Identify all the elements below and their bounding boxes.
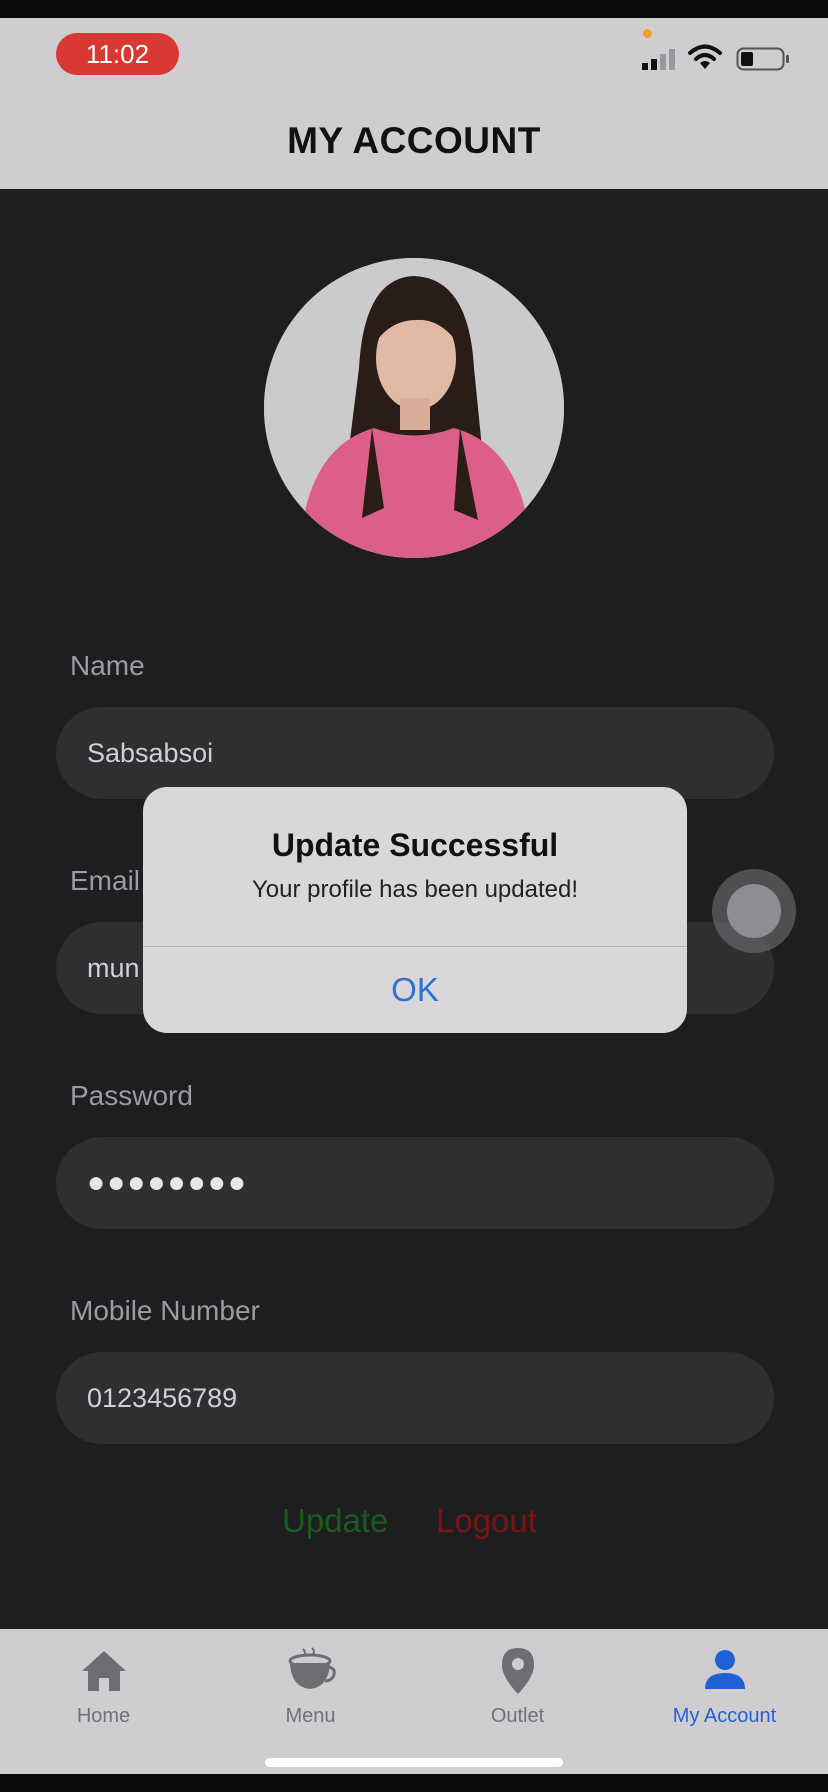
page-title: MY ACCOUNT	[287, 120, 541, 161]
password-label: Password	[70, 1080, 193, 1111]
wifi-icon	[688, 44, 722, 69]
alert-title: Update Successful	[271, 827, 559, 863]
tab-outlet[interactable]: Outlet	[414, 1629, 621, 1749]
alert-ok-button[interactable]: OK	[143, 947, 687, 1033]
tab-home[interactable]: Home	[0, 1629, 207, 1749]
battery-icon	[736, 47, 789, 71]
tab-my-account-label: My Account	[672, 1705, 777, 1727]
tab-bar: Home Menu Outlet My Account	[0, 1629, 828, 1774]
tab-menu-label: Menu	[285, 1705, 336, 1727]
profile-photo	[264, 258, 564, 558]
name-label: Name	[70, 650, 145, 681]
tab-my-account[interactable]: My Account	[621, 1629, 828, 1749]
action-buttons: Update Logout	[0, 1502, 828, 1548]
cellular-signal-icon	[642, 49, 675, 70]
home-icon	[82, 1651, 126, 1691]
logout-button[interactable]: Logout	[436, 1502, 537, 1540]
password-field[interactable]: ●●●●●●●●	[56, 1137, 774, 1229]
avatar[interactable]	[264, 258, 564, 558]
top-bezel	[0, 0, 828, 18]
tab-outlet-label: Outlet	[490, 1705, 545, 1727]
header: 11:02 MY ACCOUNT	[0, 18, 828, 189]
coffee-cup-icon	[288, 1647, 336, 1689]
tab-home-label: Home	[76, 1705, 131, 1727]
update-button[interactable]: Update	[282, 1502, 388, 1540]
alert-dialog: Update Successful Your profile has been …	[143, 787, 687, 1033]
person-icon	[705, 1650, 745, 1689]
status-time: 11:02	[56, 33, 179, 75]
bottom-bezel	[0, 1774, 828, 1792]
assistive-touch-knob	[727, 884, 781, 938]
tab-menu[interactable]: Menu	[207, 1629, 414, 1749]
email-label: Email	[70, 865, 141, 896]
location-pin-icon	[502, 1648, 534, 1694]
mobile-field[interactable]: 0123456789	[56, 1352, 774, 1444]
mobile-label: Mobile Number	[70, 1295, 260, 1326]
alert-message: Your profile has been updated!	[251, 876, 579, 903]
name-field[interactable]: Sabsabsoi	[56, 707, 774, 799]
privacy-indicator-dot	[643, 29, 652, 38]
home-indicator[interactable]	[265, 1758, 563, 1767]
assistive-touch-button[interactable]	[712, 869, 796, 953]
